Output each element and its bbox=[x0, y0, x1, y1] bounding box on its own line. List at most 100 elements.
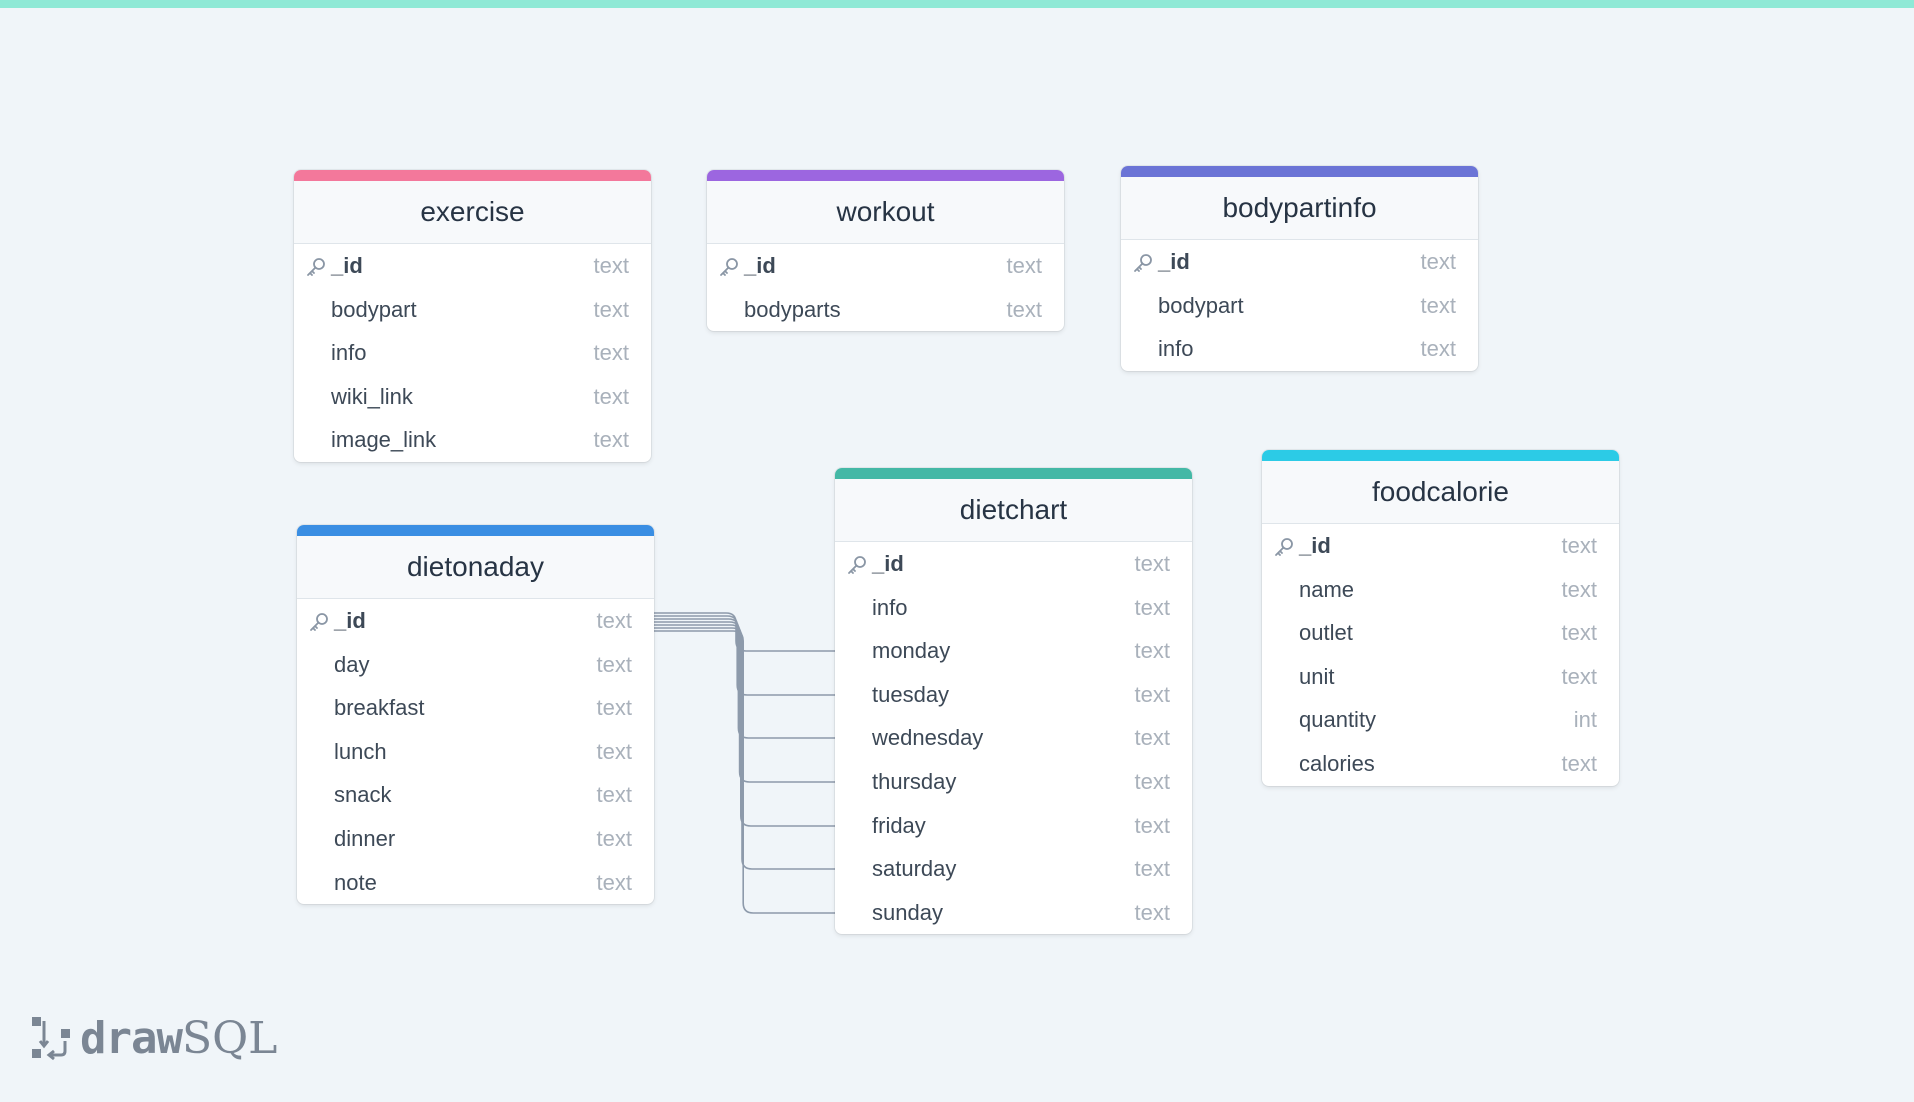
field-type: text bbox=[596, 651, 632, 677]
relation-line-sunday[interactable] bbox=[654, 630, 835, 914]
field-name: _id bbox=[331, 253, 363, 278]
field-row-id[interactable]: _id text bbox=[1262, 524, 1619, 568]
field-type: text bbox=[596, 608, 632, 633]
field-name: dinner bbox=[334, 825, 396, 851]
table-bodypartinfo[interactable]: bodypartinfo _id text bodypart text info text bbox=[1121, 166, 1478, 371]
relation-line-thursday[interactable] bbox=[654, 621, 835, 783]
table-workout[interactable]: workout _id text bodyparts text bbox=[707, 170, 1064, 332]
field-name: friday bbox=[872, 812, 926, 838]
field-type: text bbox=[1134, 812, 1170, 838]
field-row-tuesday[interactable]: tuesday text bbox=[835, 673, 1192, 717]
field-row-thursday[interactable]: thursday text bbox=[835, 760, 1192, 804]
field-name: _id bbox=[334, 608, 366, 633]
relation-line-monday[interactable] bbox=[654, 612, 835, 652]
table-title[interactable]: workout bbox=[707, 181, 1064, 244]
field-row-lunch[interactable]: lunch text bbox=[297, 730, 654, 774]
table-color-bar bbox=[1262, 450, 1619, 461]
field-row-info[interactable]: info text bbox=[1121, 327, 1478, 371]
field-type: text bbox=[1134, 768, 1170, 794]
field-row-note[interactable]: note text bbox=[297, 861, 654, 905]
field-row-bodyparts[interactable]: bodyparts text bbox=[707, 288, 1064, 332]
field-name: info bbox=[331, 340, 367, 366]
field-row-friday[interactable]: friday text bbox=[835, 804, 1192, 848]
field-name: _id bbox=[1299, 533, 1331, 558]
primary-key-icon bbox=[308, 611, 330, 633]
field-row-dinner[interactable]: dinner text bbox=[297, 817, 654, 861]
field-row-wednesday[interactable]: wednesday text bbox=[835, 716, 1192, 760]
field-name: thursday bbox=[872, 768, 957, 794]
field-row-info[interactable]: info text bbox=[835, 586, 1192, 630]
field-type: text bbox=[1134, 551, 1170, 576]
field-row-sunday[interactable]: sunday text bbox=[835, 891, 1192, 935]
table-color-bar bbox=[294, 170, 651, 181]
relation-line-tuesday[interactable] bbox=[654, 615, 835, 696]
field-name: info bbox=[872, 594, 908, 620]
field-row-id[interactable]: _id text bbox=[294, 244, 651, 288]
field-name: wiki_link bbox=[331, 383, 413, 409]
field-row-saturday[interactable]: saturday text bbox=[835, 847, 1192, 891]
field-name: tuesday bbox=[872, 681, 950, 707]
field-row-id[interactable]: _id text bbox=[707, 244, 1064, 288]
field-name: _id bbox=[744, 253, 776, 278]
field-name: image_link bbox=[331, 427, 437, 453]
field-type: text bbox=[593, 296, 629, 322]
table-title[interactable]: foodcalorie bbox=[1262, 461, 1619, 524]
field-type: text bbox=[1134, 725, 1170, 751]
field-row-bodypart[interactable]: bodypart text bbox=[294, 288, 651, 332]
table-exercise[interactable]: exercise _id text bodypart text info text wiki_… bbox=[294, 170, 651, 462]
relation-line-friday[interactable] bbox=[654, 624, 835, 827]
field-name: sunday bbox=[872, 899, 943, 925]
field-row-info[interactable]: info text bbox=[294, 331, 651, 375]
field-type: text bbox=[1420, 336, 1456, 362]
field-name: info bbox=[1158, 336, 1194, 362]
field-type: text bbox=[596, 782, 632, 808]
field-row-quantity[interactable]: quantity int bbox=[1262, 698, 1619, 742]
field-row-id[interactable]: _id text bbox=[1121, 240, 1478, 284]
logo-text-sql: SQL bbox=[181, 1012, 278, 1064]
field-type: text bbox=[1134, 681, 1170, 707]
table-foodcalorie[interactable]: foodcalorie _id text name text outlet text unit… bbox=[1262, 450, 1619, 786]
field-name: wednesday bbox=[872, 725, 984, 751]
field-row-outlet[interactable]: outlet text bbox=[1262, 611, 1619, 655]
field-row-wiki-link[interactable]: wiki_link text bbox=[294, 375, 651, 419]
field-name: calories bbox=[1299, 750, 1375, 776]
table-color-bar bbox=[835, 468, 1192, 479]
field-row-unit[interactable]: unit text bbox=[1262, 655, 1619, 699]
field-name: bodyparts bbox=[744, 296, 841, 322]
field-type: text bbox=[1561, 750, 1597, 776]
field-type: text bbox=[596, 825, 632, 851]
table-title[interactable]: bodypartinfo bbox=[1121, 177, 1478, 240]
field-type: text bbox=[596, 869, 632, 895]
table-dietchart[interactable]: dietchart _id text info text monday text tuesda… bbox=[835, 468, 1192, 935]
table-color-bar bbox=[707, 170, 1064, 181]
table-title[interactable]: exercise bbox=[294, 181, 651, 244]
field-row-monday[interactable]: monday text bbox=[835, 629, 1192, 673]
table-title[interactable]: dietonaday bbox=[297, 536, 654, 599]
field-type: text bbox=[1420, 292, 1456, 318]
field-row-day[interactable]: day text bbox=[297, 643, 654, 687]
field-name: outlet bbox=[1299, 620, 1353, 646]
field-row-bodypart[interactable]: bodypart text bbox=[1121, 284, 1478, 328]
field-name: bodypart bbox=[1158, 292, 1244, 318]
field-type: text bbox=[1134, 638, 1170, 664]
relation-line-wednesday[interactable] bbox=[654, 618, 835, 739]
field-name: snack bbox=[334, 782, 392, 808]
field-name: _id bbox=[1158, 249, 1190, 274]
field-row-calories[interactable]: calories text bbox=[1262, 742, 1619, 786]
field-row-breakfast[interactable]: breakfast text bbox=[297, 686, 654, 730]
field-name: breakfast bbox=[334, 695, 425, 721]
table-title[interactable]: dietchart bbox=[835, 479, 1192, 542]
table-dietonaday[interactable]: dietonaday _id text day text breakfast text lun… bbox=[297, 525, 654, 905]
field-name: _id bbox=[872, 551, 904, 576]
field-type: text bbox=[1561, 620, 1597, 646]
field-name: quantity bbox=[1299, 707, 1377, 733]
field-row-id[interactable]: _id text bbox=[297, 599, 654, 643]
field-row-snack[interactable]: snack text bbox=[297, 773, 654, 817]
field-row-image-link[interactable]: image_link text bbox=[294, 418, 651, 462]
field-type: text bbox=[596, 738, 632, 764]
relation-line-saturday[interactable] bbox=[654, 627, 835, 870]
field-row-id[interactable]: _id text bbox=[835, 542, 1192, 586]
field-row-name[interactable]: name text bbox=[1262, 568, 1619, 612]
field-type: text bbox=[1134, 899, 1170, 925]
drawsql-logo[interactable]: draw SQL bbox=[30, 1012, 277, 1064]
